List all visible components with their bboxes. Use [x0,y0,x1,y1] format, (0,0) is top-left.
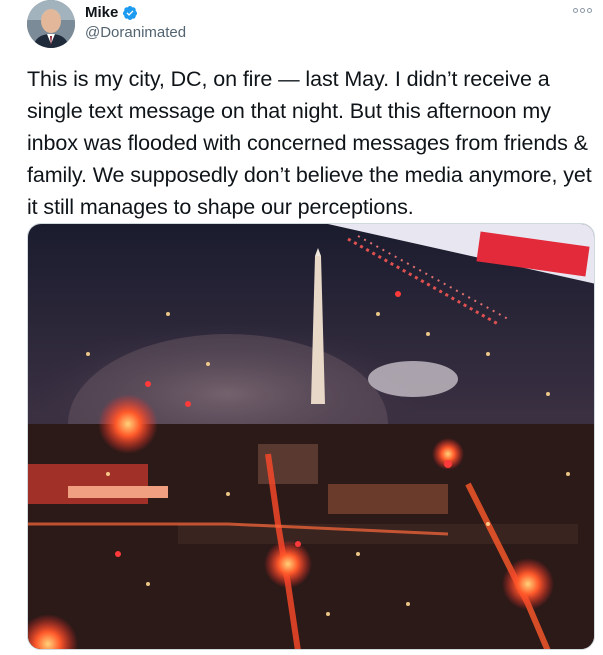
verified-badge-icon [123,5,138,20]
more-options-icon[interactable] [573,3,595,17]
author-handle[interactable]: @Doranimated [85,24,186,41]
avatar[interactable] [27,0,75,48]
avatar-photo [27,0,75,48]
author-name-row[interactable]: Mike [85,4,138,21]
author-name[interactable]: Mike [85,4,118,21]
dc-night-fire-image [28,224,594,649]
tweet-media-photo[interactable] [27,223,595,650]
tweet-text: This is my city, DC, on fire — last May.… [27,67,592,219]
